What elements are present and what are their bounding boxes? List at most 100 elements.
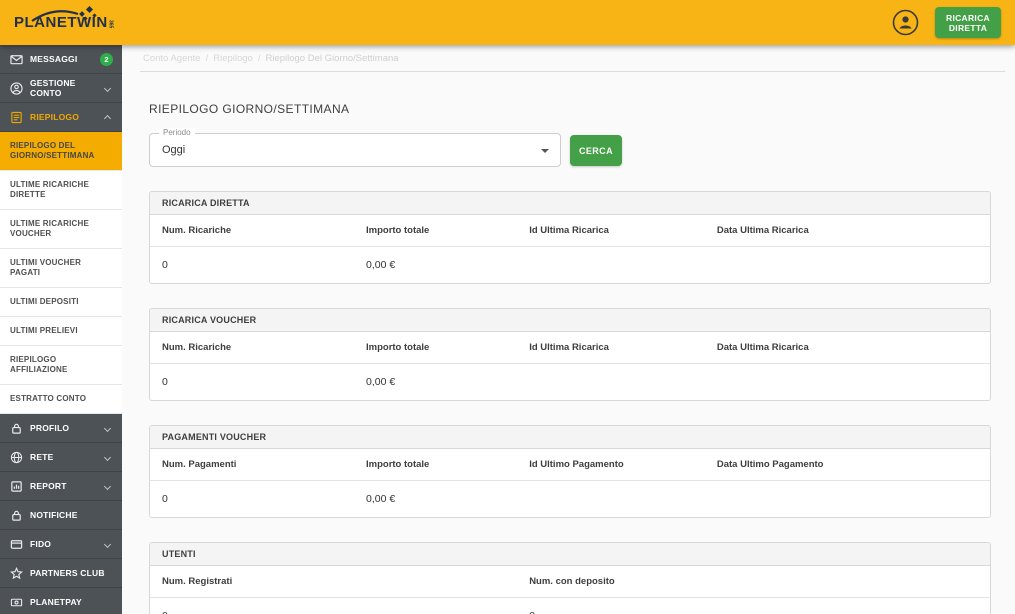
table-cell: 0 — [162, 610, 529, 614]
ricarica-voucher-card: RICARICA VOUCHER Num. Ricariche Importo … — [149, 308, 991, 401]
chevron-up-icon — [103, 114, 112, 123]
chevron-down-icon — [103, 84, 112, 92]
column-header: Data Ultima Ricarica — [716, 342, 809, 353]
messages-count-badge: 2 — [100, 52, 113, 66]
table-cell: 0,00 € — [366, 376, 396, 388]
sidebar-item-messaggi[interactable]: MESSAGGI 2 — [0, 45, 122, 74]
sidebar-item-label: REPORT — [30, 481, 67, 491]
sidebar-item-label: MESSAGGI — [30, 54, 78, 64]
breadcrumb-item[interactable]: Riepilogo — [213, 53, 253, 64]
notifications-lock-icon — [9, 508, 23, 522]
topbar: PLANETWIN 365 RICARICA DIRETTA — [0, 0, 1015, 45]
cerca-button[interactable]: CERCA — [570, 135, 622, 166]
dropdown-caret-icon — [541, 149, 549, 153]
person-icon — [892, 9, 919, 36]
chevron-down-icon — [103, 482, 112, 490]
column-header: Id Ultima Ricarica — [529, 342, 609, 353]
table-cell — [717, 376, 978, 388]
breadcrumb-separator: / — [257, 52, 261, 64]
ricarica-diretta-line1: RICARICA — [946, 12, 990, 23]
ricarica-diretta-line2: DIRETTA — [948, 22, 988, 33]
table-cell — [529, 259, 717, 271]
sidebar-item-gestione-conto[interactable]: GESTIONE CONTO — [0, 74, 122, 103]
table-cell — [717, 493, 978, 505]
sidebar-item-label: FIDO — [30, 539, 52, 549]
sidebar-item-profilo[interactable]: PROFILO — [0, 414, 122, 443]
main-content: Conto Agente / Riepilogo / Riepilogo Del… — [122, 45, 1015, 614]
sidebar-item-fido[interactable]: FIDO — [0, 530, 122, 559]
column-header: Num. Ricariche — [162, 342, 232, 353]
column-header: Num. Registrati — [162, 576, 233, 587]
periodo-select[interactable]: Periodo Oggi — [149, 128, 561, 167]
sidebar-item-notifiche[interactable]: NOTIFICHE — [0, 501, 122, 530]
table-header-row: Num. Ricariche Importo totale Id Ultima … — [150, 215, 990, 246]
breadcrumb-item[interactable]: Conto Agente — [143, 53, 201, 64]
sidebar-item-riepilogo[interactable]: RIEPILOGO — [0, 103, 122, 132]
envelope-icon — [9, 52, 23, 66]
breadcrumb: Conto Agente / Riepilogo / Riepilogo Del… — [140, 45, 1005, 72]
sidebar-item-label: PLANETPAY — [30, 597, 82, 607]
column-header: Importo totale — [366, 459, 430, 470]
sidebar-item-label: RETE — [30, 452, 54, 462]
logo-arc-sparkles-icon — [31, 5, 97, 22]
card-title: RICARICA DIRETTA — [150, 192, 990, 215]
sidebar-item-label: PROFILO — [30, 423, 70, 433]
sidebar-item-partners-club[interactable]: PARTNERS CLUB — [0, 559, 122, 588]
sidebar-item-label: GESTIONE CONTO — [30, 78, 76, 98]
sidebar-item-report[interactable]: REPORT — [0, 472, 122, 501]
submenu-item-ultimi-voucher-pagati[interactable]: ULTIMI VOUCHER PAGATI — [0, 249, 122, 288]
planetwin-logo[interactable]: PLANETWIN 365 — [14, 5, 114, 30]
bar-chart-icon — [9, 479, 23, 493]
credit-card-icon — [9, 537, 23, 551]
card-title: PAGAMENTI VOUCHER — [150, 426, 990, 449]
column-header: Importo totale — [366, 225, 430, 236]
logo-suffix: 365 — [107, 20, 114, 29]
sidebar-item-planetpay[interactable]: PLANETPAY — [0, 588, 122, 614]
ricarica-diretta-card: RICARICA DIRETTA Num. Ricariche Importo … — [149, 191, 991, 284]
submenu-item-ultime-ricariche-voucher[interactable]: ULTIME RICARICHE VOUCHER — [0, 210, 122, 249]
periodo-select-label: Periodo — [159, 128, 195, 137]
submenu-item-estratto-conto[interactable]: ESTRATTO CONTO — [0, 385, 122, 414]
wallet-icon — [9, 595, 23, 609]
submenu-item-ultimi-prelievi[interactable]: ULTIMI PRELIEVI — [0, 317, 122, 346]
card-title: UTENTI — [150, 543, 990, 566]
column-header: Importo totale — [366, 342, 430, 353]
chevron-down-icon — [103, 453, 112, 461]
table-cell — [529, 376, 717, 388]
pagamenti-voucher-card: PAGAMENTI VOUCHER Num. Pagamenti Importo… — [149, 425, 991, 518]
table-cell: 0 — [162, 493, 168, 505]
chevron-down-icon — [103, 540, 112, 548]
table-cell — [529, 493, 717, 505]
table-cell: 0,00 € — [366, 493, 396, 505]
table-header-row: Num. Pagamenti Importo totale Id Ultimo … — [150, 449, 990, 480]
table-header-row: Num. Ricariche Importo totale Id Ultima … — [150, 332, 990, 363]
table-header-row: Num. Registrati Num. con deposito — [150, 566, 990, 597]
table-row: 0 0 — [150, 597, 990, 614]
periodo-select-value: Oggi — [162, 144, 186, 156]
column-header: Num. Pagamenti — [162, 459, 237, 470]
riepilogo-submenu: RIEPILOGO DEL GIORNO/SETTIMANA ULTIME RI… — [0, 132, 122, 414]
column-header: Data Ultimo Pagamento — [716, 459, 824, 470]
column-header: Data Ultima Ricarica — [716, 225, 809, 236]
page-title: RIEPILOGO GIORNO/SETTIMANA — [149, 102, 350, 116]
utenti-card: UTENTI Num. Registrati Num. con deposito… — [149, 542, 991, 614]
submenu-item-riepilogo-giorno-settimana[interactable]: RIEPILOGO DEL GIORNO/SETTIMANA — [0, 132, 122, 171]
sidebar: MESSAGGI 2 GESTIONE CONTO RIEPILOGO RIEP… — [0, 45, 122, 614]
account-button[interactable] — [892, 9, 919, 36]
ricarica-diretta-button[interactable]: RICARICA DIRETTA — [935, 7, 1001, 38]
table-cell: 0 — [162, 259, 168, 271]
column-header: Num. con deposito — [529, 576, 615, 587]
submenu-item-riepilogo-affiliazione[interactable]: RIEPILOGO AFFILIAZIONE — [0, 346, 122, 385]
filter-row: Periodo Oggi CERCA — [149, 128, 1005, 167]
submenu-item-ultime-ricariche-dirette[interactable]: ULTIME RICARICHE DIRETTE — [0, 171, 122, 210]
submenu-item-ultimi-depositi[interactable]: ULTIMI DEPOSITI — [0, 288, 122, 317]
app-window: PLANETWIN 365 RICARICA DIRETTA MESSAGGI … — [0, 0, 1015, 614]
table-cell: 0 — [529, 610, 978, 614]
sidebar-item-label: NOTIFICHE — [30, 510, 78, 520]
table-row: 0 0,00 € — [150, 480, 990, 517]
table-cell: 0,00 € — [366, 259, 396, 271]
column-header: Id Ultima Ricarica — [529, 225, 609, 236]
sidebar-item-rete[interactable]: RETE — [0, 443, 122, 472]
column-header: Num. Ricariche — [162, 225, 232, 236]
table-cell: 0 — [162, 376, 168, 388]
